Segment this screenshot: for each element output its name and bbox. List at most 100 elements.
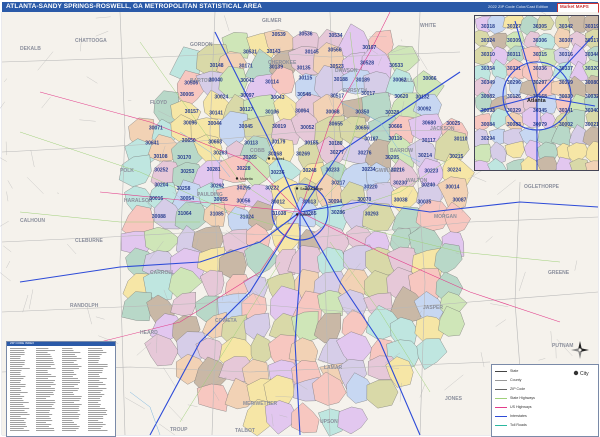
zip-code-label: 30185 (305, 141, 319, 147)
zip-code-label: 30139 (269, 64, 283, 70)
inset-zip-label: 30084 (481, 122, 495, 128)
inset-zip-label: 30294 (481, 136, 495, 142)
zip-code-label: 30170 (177, 155, 191, 161)
legend-row-label: Interstates (510, 414, 527, 418)
zip-code-label: 30114 (265, 79, 279, 85)
zip-code-label: 30655 (329, 122, 343, 128)
zip-code-label: 30286 (331, 210, 345, 216)
inset-zip-label: 30080 (585, 80, 598, 86)
zip-code-label: 30094 (328, 199, 342, 205)
city-label: Sandy Springs (300, 187, 323, 191)
zip-code-label: 30171 (239, 64, 253, 70)
legend-line-icon (495, 397, 507, 399)
zip-code-label: 30205 (385, 155, 399, 161)
zip-code-label: 30265 (243, 155, 257, 161)
zip-code-label: 30228 (237, 166, 251, 172)
zip-index-panel: ZIP CODE INDEX (6, 341, 116, 437)
zip-code-label: 30127 (240, 107, 254, 113)
zip-code-label: 30222 (265, 186, 279, 192)
north-arrow-icon (571, 341, 589, 359)
zip-code-label: 30055 (214, 197, 228, 203)
zip-code-label: 30107 (362, 45, 376, 51)
legend-row: Toll Roads (495, 423, 527, 427)
legend-row-label: County (510, 378, 522, 382)
inset-zip-label: 30340 (585, 108, 598, 114)
city-label: Roswell (272, 157, 284, 161)
inset-zip-label: 30316 (559, 52, 573, 58)
inset-zip-label: 30082 (481, 94, 495, 100)
county-label: CARROLL (150, 270, 174, 276)
zip-code-label: 30220 (364, 184, 378, 190)
zip-code-label: 30252 (154, 167, 168, 173)
county-label: WHITE (420, 23, 437, 29)
zip-code-label: 30052 (300, 125, 314, 131)
inset-zip-label: 30354 (481, 66, 495, 72)
inset-zip-label: 30002 (559, 122, 573, 128)
zip-code-label: 30041 (240, 78, 254, 84)
legend-row: US Highways (495, 405, 532, 409)
county-label: HEARD (140, 330, 158, 336)
zip-code-label: 30506 (184, 81, 198, 87)
zip-code-label: 30087 (453, 198, 467, 204)
inset-zip-label: 30337 (559, 66, 573, 72)
zip-code-label: 31085 (210, 211, 224, 217)
zip-code-label: 30092 (417, 107, 431, 113)
legend-city-label: City (580, 371, 589, 377)
legend-row: State (495, 369, 518, 373)
zip-code-label: 30224 (447, 168, 461, 174)
zip-code-label: 30666 (388, 124, 402, 130)
zip-code-label: 30216 (391, 168, 405, 174)
zip-code-label: 30110 (454, 136, 468, 142)
map-frame: ATLANTA-SANDY SPRINGS-ROSWELL, GA METROP… (0, 0, 600, 437)
legend-row: Interstates (495, 414, 527, 418)
zip-code-label: 30005 (180, 92, 194, 98)
legend-city-symbol: City (573, 370, 589, 377)
legend-line-icon (495, 406, 507, 408)
county-label: JONES (445, 396, 463, 402)
zip-code-label: 30217 (331, 181, 345, 187)
legend-line-icon (495, 388, 507, 390)
zip-code-label: 31024 (240, 214, 254, 220)
legend-line-icon (495, 379, 507, 381)
inset-zip-label: 30296 (507, 80, 521, 86)
inset-zip-label: 30307 (559, 38, 573, 44)
zip-code-label: 30350 (355, 110, 369, 116)
county-label: TALBOT (235, 428, 255, 434)
zip-code-label: 30276 (358, 150, 372, 156)
city-label: Atlanta (300, 213, 311, 217)
zip-code-label: 30214 (418, 153, 432, 159)
zip-code-label: 30240 (421, 183, 435, 189)
zip-code-label: 30019 (272, 124, 286, 130)
zip-index-columns (10, 348, 108, 431)
zip-code-label: 30043 (271, 95, 285, 101)
zip-code-label: 30328 (385, 110, 399, 116)
zip-code-label: 30566 (328, 47, 342, 53)
zip-code-label: 30236 (271, 170, 285, 176)
atlanta-inset-map: 30318 30327 30305 30342 30319 30324 30309 30306… (474, 15, 599, 171)
county-label: COWETA (215, 318, 237, 324)
county-label: JASPER (423, 305, 443, 311)
county-label: UPSON (320, 419, 338, 425)
zip-code-label: 30230 (393, 181, 407, 187)
inset-zip-label: 30341 (559, 108, 573, 114)
zip-code-label: 30064 (295, 108, 309, 114)
inset-zip-label: 30297 (533, 80, 547, 86)
zip-code-label: 30016 (149, 196, 163, 202)
zip-code-label: 30132 (416, 95, 430, 101)
zip-code-label: 30253 (181, 169, 195, 175)
zip-code-label: 30070 (357, 197, 371, 203)
inset-zip-label: 30310 (481, 52, 495, 58)
zip-code-label: 30258 (177, 186, 191, 192)
legend-row: County (495, 378, 521, 382)
inset-zip-label: 30318 (481, 24, 495, 30)
zip-code-label: 30145 (305, 50, 319, 56)
county-label: MORGAN (434, 214, 457, 220)
county-label: OGLETHORPE (524, 184, 560, 190)
zip-code-label: 31038 (272, 211, 286, 217)
zip-code-label: 30233 (326, 168, 340, 174)
zip-code-label: 30141 (209, 111, 223, 117)
zip-code-label: 30293 (365, 211, 379, 217)
zip-code-label: 30189 (356, 78, 370, 84)
inset-zip-label: 30329 (507, 108, 521, 114)
zip-code-label: 30650 (182, 138, 196, 144)
